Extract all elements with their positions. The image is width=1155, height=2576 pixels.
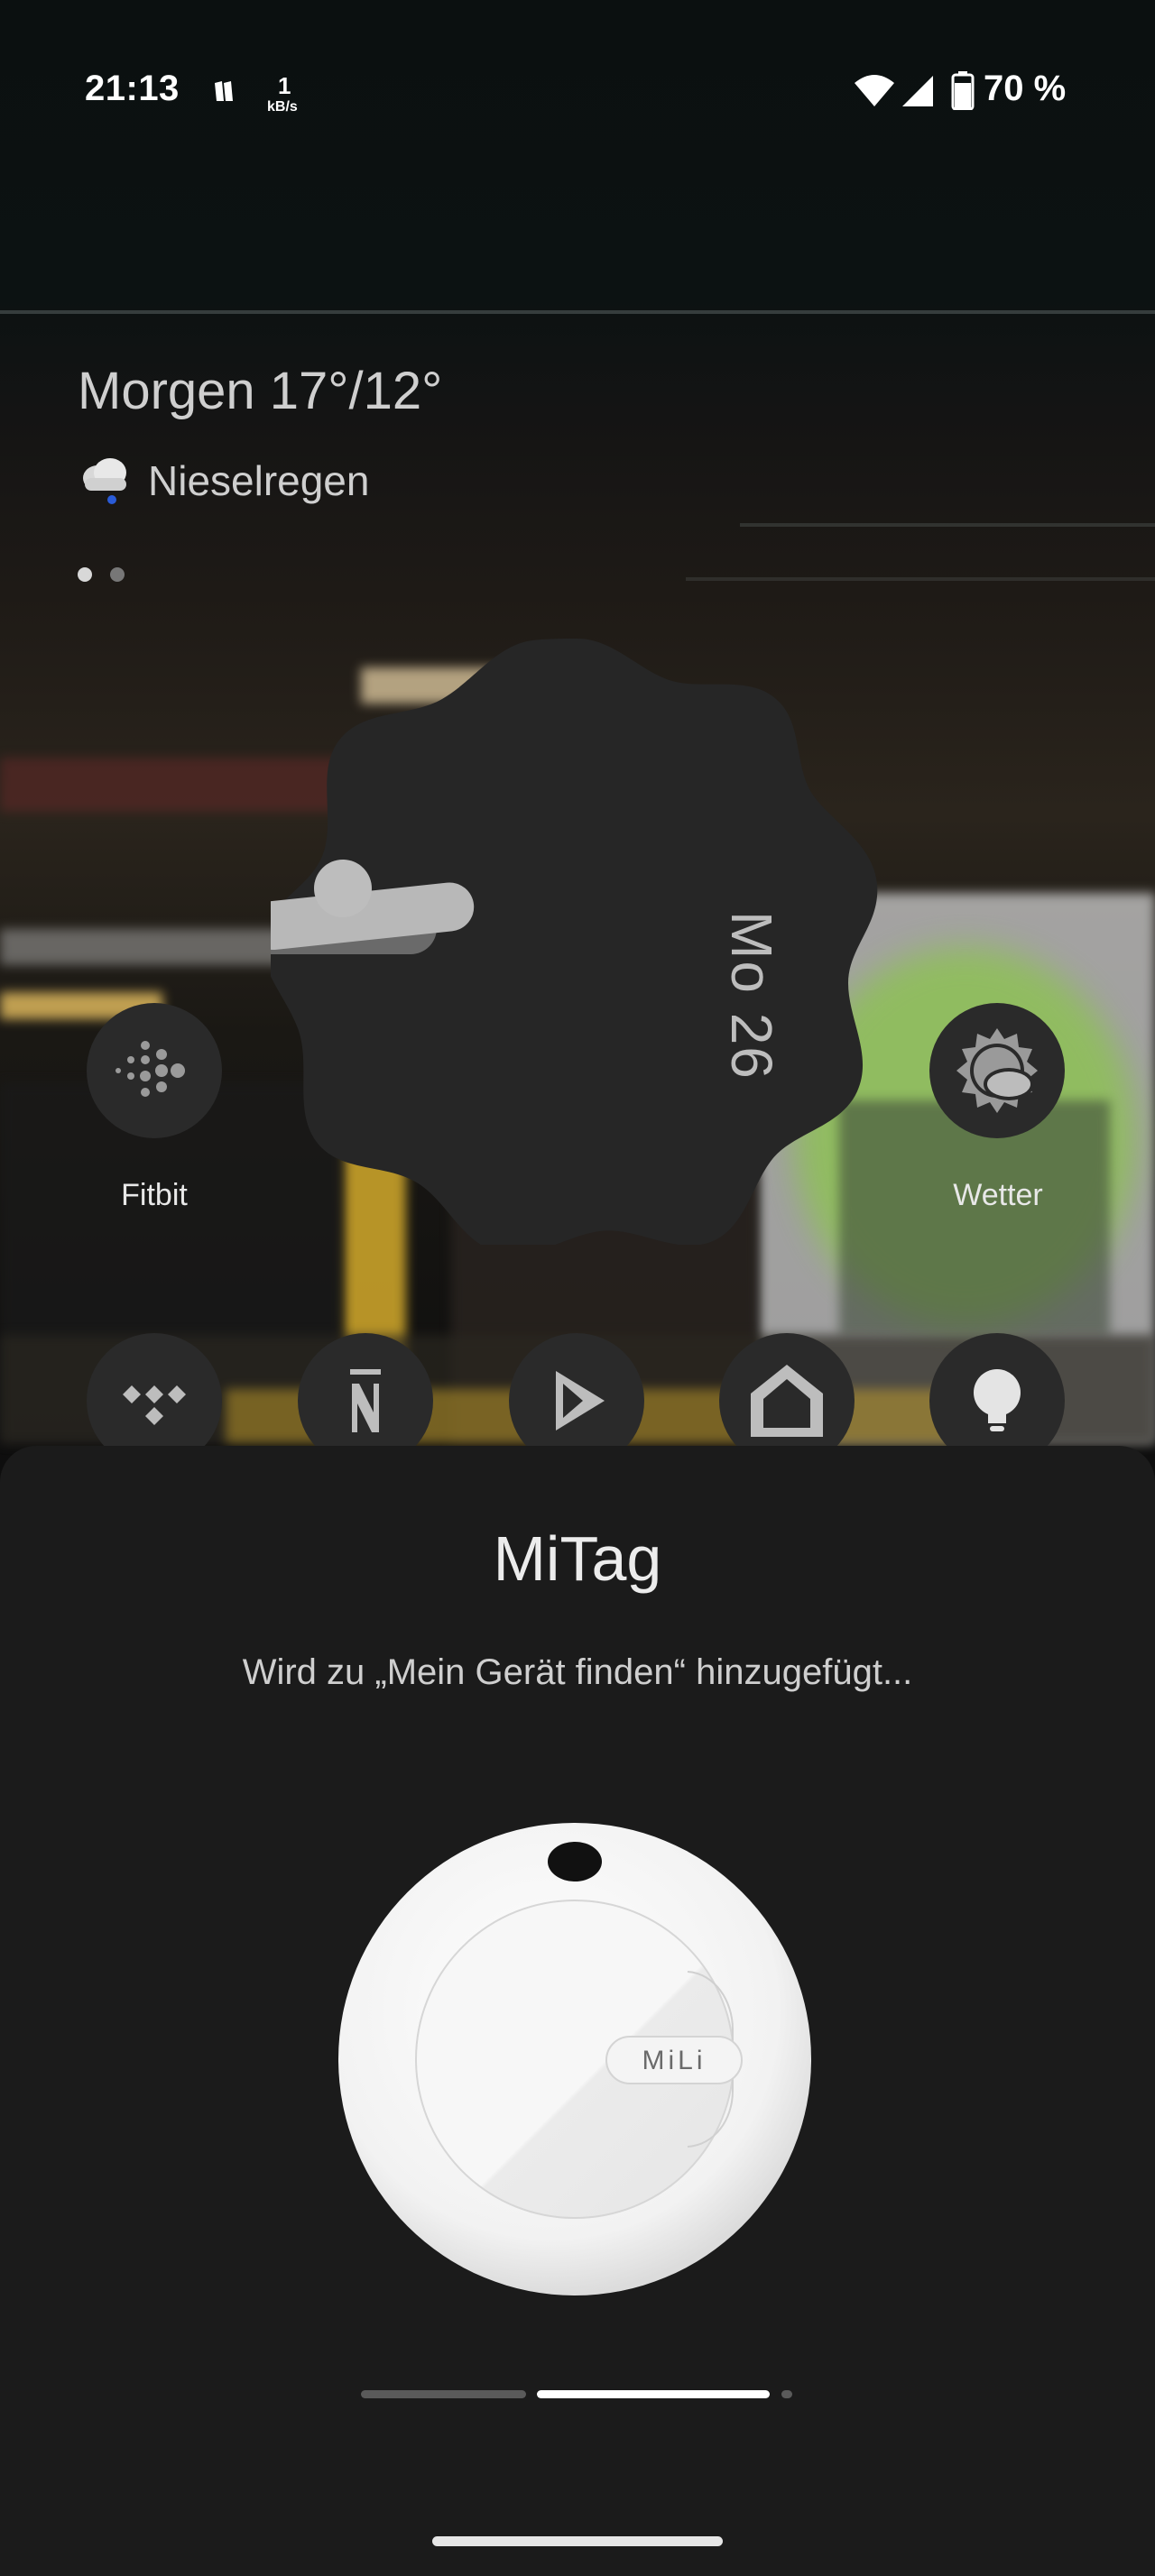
drizzle-cloud-icon	[83, 458, 126, 504]
sheet-title: MiTag	[493, 1523, 662, 1594]
clock-second-dot	[314, 860, 372, 917]
network-speed-value: 1	[278, 72, 291, 99]
network-speed-unit: kB/s	[267, 99, 298, 115]
notification-app-icon	[215, 81, 233, 101]
lightbulb-icon	[974, 1369, 1021, 1431]
status-bar: 21:13 1 kB/s 70 %	[0, 0, 1155, 180]
status-time: 21:13	[85, 69, 180, 108]
app-wetter[interactable]	[929, 1003, 1065, 1138]
weather-condition: Nieselregen	[148, 457, 370, 504]
page-indicator-dot-active	[78, 567, 92, 582]
weather-forecast-title[interactable]: Morgen 17°/12°	[78, 361, 442, 421]
mitag-device-image: MiLi	[338, 1823, 811, 2295]
device-brand-logo: MiLi	[642, 2046, 706, 2075]
home-icon	[751, 1365, 823, 1437]
cellular-signal-icon	[902, 76, 933, 106]
fitbit-icon	[116, 1041, 185, 1097]
tidal-icon	[123, 1385, 186, 1425]
page-indicator-dot	[110, 567, 125, 582]
app-label-wetter: Wetter	[953, 1178, 1043, 1212]
progress-step-2-active	[537, 2390, 770, 2398]
weather-sun-cloud-icon	[956, 1028, 1038, 1113]
sheet-status-text: Wird zu „Mein Gerät finden“ hinzugefügt.…	[242, 1652, 913, 1692]
gesture-navigation-handle[interactable]	[432, 2536, 723, 2546]
battery-icon	[951, 71, 975, 110]
app-label-fitbit: Fitbit	[121, 1178, 188, 1212]
progress-step-1	[361, 2390, 526, 2398]
progress-step-3	[781, 2390, 792, 2398]
app-fitbit[interactable]	[87, 1003, 222, 1138]
news-icon	[350, 1369, 381, 1432]
clock-date: Mo 26	[719, 911, 784, 1081]
wifi-icon	[855, 75, 894, 106]
play-store-icon	[556, 1371, 605, 1431]
clock-widget[interactable]	[271, 631, 884, 1245]
battery-percent: 70 %	[984, 69, 1067, 108]
keyring-hole	[548, 1842, 602, 1881]
